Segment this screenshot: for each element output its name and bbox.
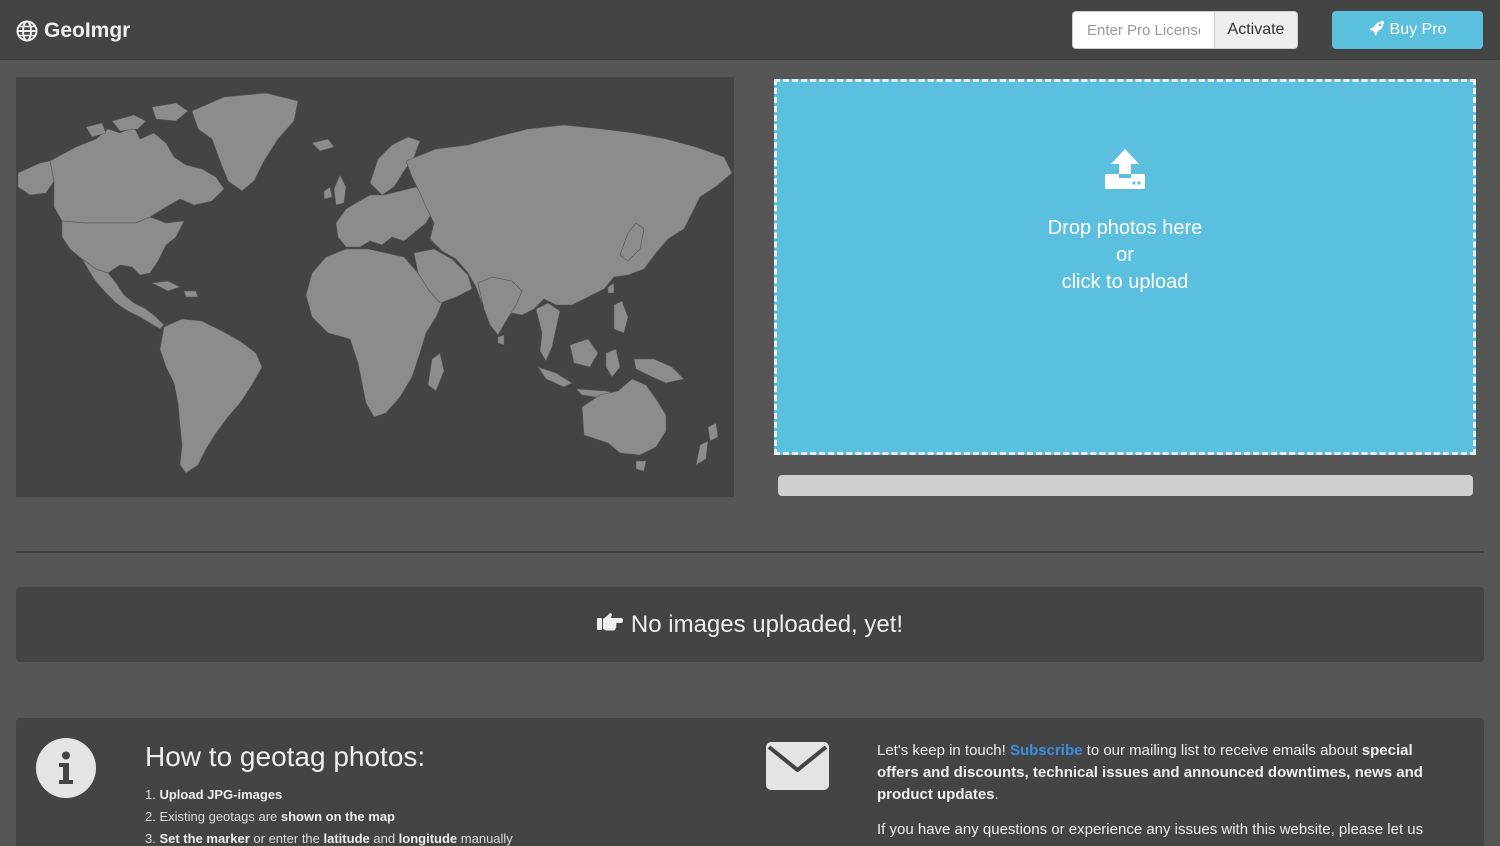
newsletter-intro: Let's keep in touch! (877, 742, 1010, 759)
step-bold: Upload JPG-images (159, 787, 283, 802)
dropzone-line-1: Drop photos here (1047, 217, 1203, 239)
license-form: Activate (1072, 11, 1298, 49)
newsletter-text: Let's keep in touch! Subscribe to our ma… (877, 740, 1447, 806)
upload-progress-bar (778, 475, 1473, 496)
howto-step: 1. Upload JPG-images (145, 784, 513, 806)
envelope-icon (766, 742, 829, 795)
step-number: 1. (145, 787, 156, 802)
activate-button[interactable]: Activate (1214, 11, 1298, 49)
no-images-text: No images uploaded, yet! (630, 610, 904, 638)
world-map[interactable] (16, 77, 734, 497)
info-panel: How to geotag photos: 1. Upload JPG-imag… (16, 718, 1484, 846)
step-number: 2. (145, 809, 156, 824)
navbar: GeoImgr Activate Buy Pro (0, 0, 1500, 60)
divider (16, 551, 1484, 553)
globe-icon (16, 20, 38, 42)
step-text: and (369, 831, 399, 846)
howto-step: 2. Existing geotags are shown on the map (145, 806, 513, 828)
step-bold: longitude (398, 831, 458, 846)
step-text: manually (457, 831, 513, 846)
step-bold: Set the marker (159, 831, 250, 846)
step-bold: shown on the map (280, 809, 395, 824)
buy-pro-label: Buy Pro (1389, 21, 1447, 38)
brand[interactable]: GeoImgr (16, 19, 130, 43)
step-number: 3. (145, 831, 156, 846)
license-input[interactable] (1072, 11, 1214, 49)
newsletter-mid: to our mailing list to receive emails ab… (1082, 742, 1362, 759)
upload-dropzone[interactable]: Drop photos here or click to upload (774, 79, 1476, 455)
hand-pointing-right-icon (596, 611, 623, 639)
newsletter-end: . (994, 786, 999, 803)
world-map-graphic (17, 92, 733, 474)
rocket-icon (1369, 20, 1385, 41)
subscribe-link[interactable]: Subscribe (1010, 742, 1083, 759)
step-text: or enter the (249, 831, 324, 846)
info-icon (36, 738, 96, 798)
dropzone-line-2: or (1116, 244, 1134, 266)
howto-steps: 1. Upload JPG-images 2. Existing geotags… (145, 784, 513, 846)
howto-step: 3. Set the marker or enter the latitude … (145, 828, 513, 846)
step-bold: latitude (323, 831, 370, 846)
step-text: Existing geotags are (159, 809, 281, 824)
contact-text: If you have any questions or experience … (877, 821, 1424, 838)
buy-pro-button[interactable]: Buy Pro (1332, 11, 1483, 49)
no-images-notice: No images uploaded, yet! (16, 587, 1484, 662)
howto-title: How to geotag photos: (145, 741, 426, 772)
dropzone-line-3: click to upload (1061, 271, 1189, 293)
dropzone-text: Drop photos here or click to upload (1048, 215, 1203, 296)
brand-name: GeoImgr (44, 19, 131, 42)
upload-icon (1104, 148, 1146, 195)
